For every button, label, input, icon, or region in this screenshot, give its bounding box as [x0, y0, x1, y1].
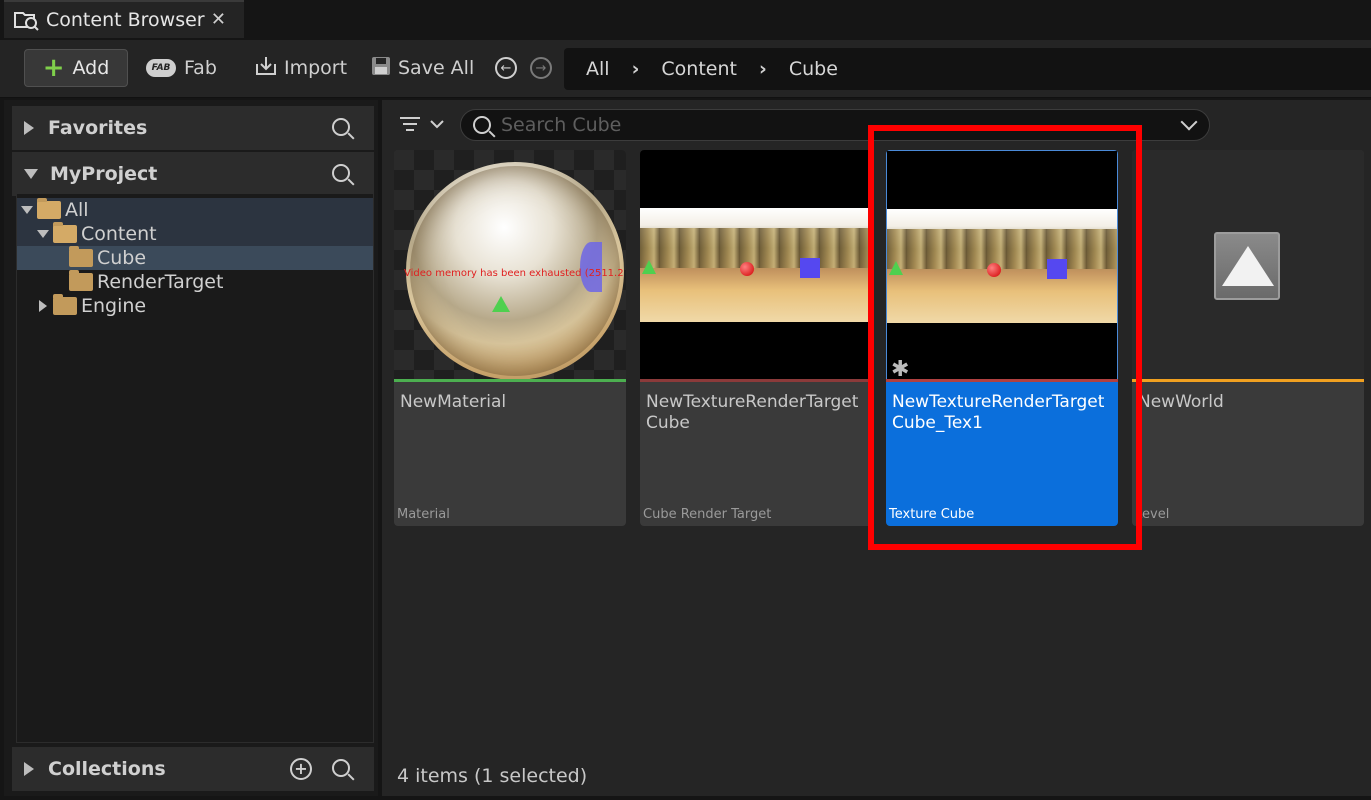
- asset-tile-newmaterial[interactable]: Video memory has been exhausted (2511.2 …: [394, 150, 626, 526]
- back-arrow-icon[interactable]: ←: [495, 57, 517, 79]
- level-icon: [1214, 232, 1280, 300]
- asset-type: Cube Render Target: [643, 507, 772, 522]
- folder-icon: [69, 246, 93, 267]
- fab-logo-icon: FAB: [146, 59, 176, 77]
- folder-icon: [69, 270, 93, 291]
- asset-name: NewTextureRenderTarget Cube: [646, 392, 859, 433]
- tree-item-engine[interactable]: Engine: [17, 294, 373, 318]
- pano-trees: [640, 228, 872, 268]
- plus-icon: +: [42, 53, 65, 83]
- add-label: Add: [72, 57, 110, 79]
- close-icon[interactable]: ✕: [211, 9, 226, 30]
- collections-label: Collections: [48, 758, 166, 780]
- sources-panel: Favorites MyProject All Content Cube Ren…: [4, 100, 378, 796]
- mountain-shape: [1222, 246, 1274, 286]
- import-icon: [254, 55, 278, 82]
- texture-cube-thumbnail: ✱: [886, 150, 1118, 382]
- expand-arrow-icon[interactable]: [24, 121, 34, 135]
- folder-open-icon: [37, 198, 61, 219]
- red-sphere: [740, 262, 754, 276]
- search-placeholder: Search Cube: [501, 114, 622, 136]
- forward-arrow-icon[interactable]: →: [530, 57, 552, 79]
- save-all-button[interactable]: Save All: [370, 49, 474, 87]
- project-header[interactable]: MyProject: [12, 152, 374, 196]
- green-cone: [642, 260, 656, 274]
- add-button[interactable]: + Add: [24, 49, 128, 87]
- tree-item-label: Engine: [81, 295, 147, 317]
- asset-type-bar: [640, 379, 872, 382]
- tree-item-label: RenderTarget: [97, 271, 224, 293]
- asset-tile-newworld[interactable]: NewWorld Level: [1132, 150, 1364, 526]
- import-button[interactable]: Import: [254, 49, 347, 87]
- search-icon: [473, 116, 491, 134]
- material-thumbnail: Video memory has been exhausted (2511.2: [394, 150, 626, 380]
- breadcrumb-content[interactable]: Content: [661, 58, 737, 80]
- asset-type-bar: [886, 379, 1118, 382]
- tree-item-label: All: [65, 199, 89, 221]
- search-icon[interactable]: [332, 759, 350, 777]
- asset-type: Texture Cube: [889, 507, 975, 522]
- save-all-label: Save All: [398, 57, 475, 79]
- red-sphere: [987, 263, 1001, 277]
- content-browser-icon: [14, 9, 40, 31]
- favorites-label: Favorites: [48, 117, 148, 139]
- breadcrumb-separator[interactable]: ›: [759, 58, 767, 80]
- tree-item-label: Content: [81, 223, 157, 245]
- collections-header[interactable]: Collections +: [12, 747, 374, 791]
- asset-tile-newtexturerendertargetcube-tex1[interactable]: ✱ NewTextureRenderTarget Cube_Tex1 Textu…: [886, 150, 1118, 526]
- tab-title: Content Browser: [46, 9, 205, 31]
- folder-open-icon: [53, 222, 77, 243]
- panorama-image: [887, 209, 1117, 323]
- project-label: MyProject: [50, 163, 158, 185]
- search-icon[interactable]: [332, 118, 350, 136]
- asset-type-bar: [394, 379, 626, 382]
- asset-name: NewWorld: [1138, 392, 1224, 412]
- fab-button[interactable]: FAB Fab: [146, 49, 217, 87]
- breadcrumb: All › Content › Cube: [564, 48, 1371, 90]
- search-icon[interactable]: [332, 164, 350, 182]
- warning-text: Video memory has been exhausted (2511.2: [404, 268, 624, 279]
- green-cone: [492, 296, 510, 312]
- render-target-thumbnail: [640, 150, 872, 380]
- status-text: 4 items (1 selected): [397, 765, 588, 787]
- chevron-down-icon[interactable]: [1180, 113, 1198, 131]
- asset-type-bar: [1132, 379, 1364, 382]
- asset-name: NewTextureRenderTarget Cube_Tex1: [892, 392, 1105, 433]
- add-collection-icon[interactable]: +: [290, 758, 312, 780]
- folder-tree: All Content Cube RenderTarget Engine: [16, 193, 374, 743]
- folder-icon: [53, 294, 77, 315]
- asset-tile-newtexturerendertargetcube[interactable]: NewTextureRenderTarget Cube Cube Render …: [640, 150, 872, 526]
- asset-type: Material: [397, 507, 450, 522]
- asset-name: NewMaterial: [400, 392, 507, 412]
- search-input[interactable]: Search Cube: [460, 109, 1210, 141]
- tree-item-label: Cube: [97, 247, 147, 269]
- collapse-arrow-icon[interactable]: [21, 206, 33, 214]
- tree-item-all[interactable]: All: [17, 198, 373, 222]
- expand-arrow-icon[interactable]: [24, 762, 34, 776]
- expand-arrow-icon[interactable]: [39, 300, 47, 312]
- breadcrumb-all[interactable]: All: [586, 58, 610, 80]
- green-cone: [889, 261, 903, 275]
- collapse-arrow-icon[interactable]: [37, 230, 49, 238]
- filter-icon[interactable]: [400, 113, 444, 137]
- level-thumbnail: [1132, 150, 1364, 380]
- import-label: Import: [284, 57, 348, 79]
- tree-item-content[interactable]: Content: [17, 222, 373, 246]
- breadcrumb-separator[interactable]: ›: [632, 58, 640, 80]
- tree-item-rendertarget[interactable]: RenderTarget: [17, 270, 373, 294]
- tab-bar: Content Browser ✕: [0, 0, 1371, 40]
- asset-type: Level: [1135, 507, 1170, 522]
- fab-label: Fab: [184, 57, 217, 79]
- blue-cube: [800, 258, 820, 278]
- save-icon: [370, 55, 392, 82]
- blue-cube: [1047, 259, 1067, 279]
- panorama-image: [640, 208, 872, 322]
- breadcrumb-cube[interactable]: Cube: [789, 58, 838, 80]
- tab-content-browser[interactable]: Content Browser ✕: [4, 0, 244, 38]
- favorites-header[interactable]: Favorites: [12, 106, 374, 150]
- tree-item-cube[interactable]: Cube: [17, 246, 373, 270]
- collapse-arrow-icon[interactable]: [24, 169, 38, 179]
- pano-trees: [887, 229, 1117, 269]
- blue-shape: [580, 242, 602, 292]
